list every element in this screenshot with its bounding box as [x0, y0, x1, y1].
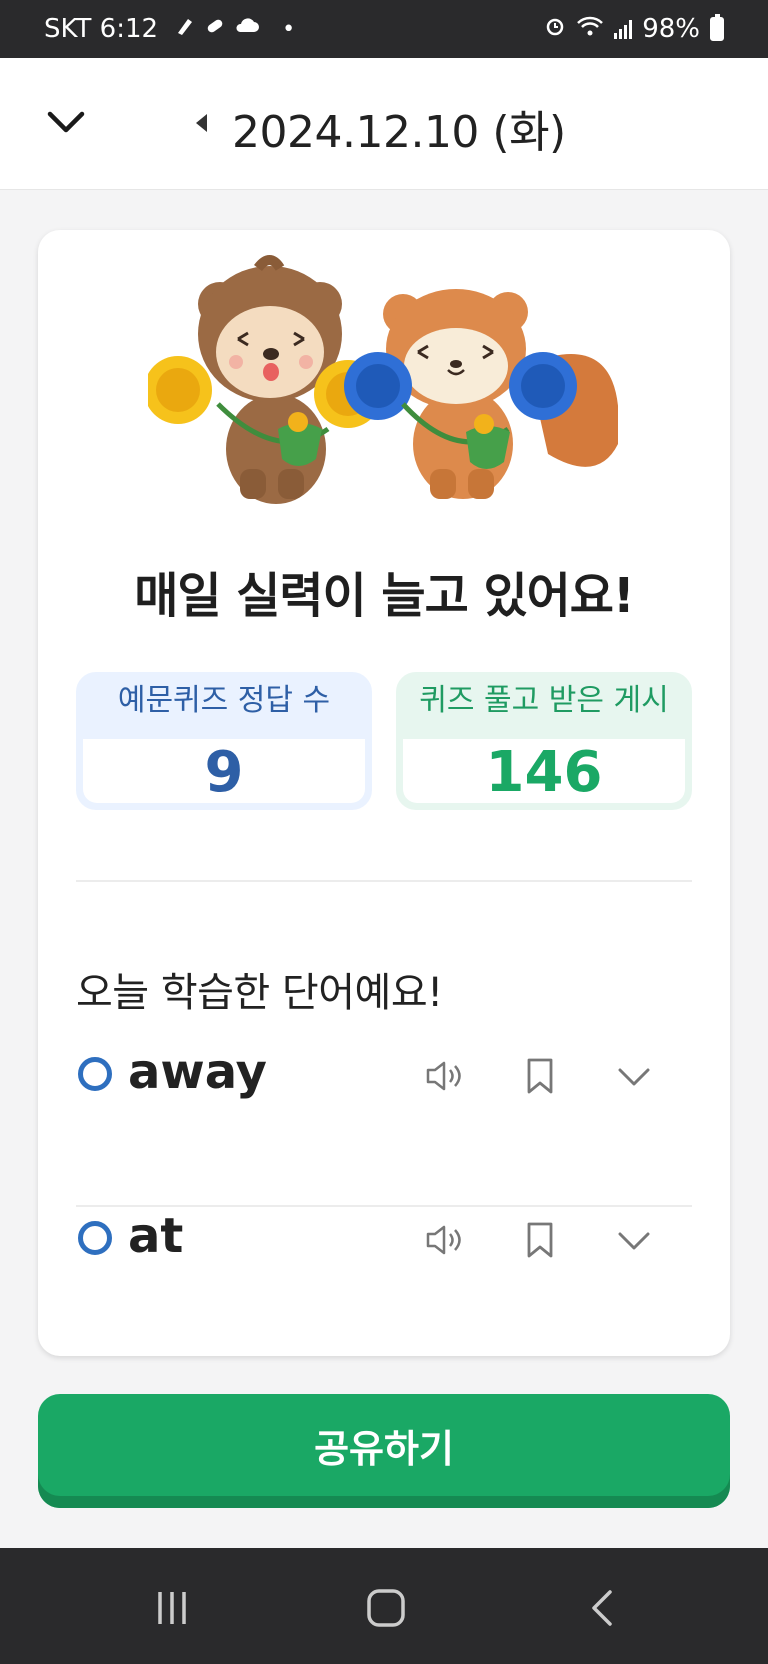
- status-bar: SKT 6:12 • 98%: [0, 0, 768, 58]
- divider: [76, 880, 692, 882]
- word-row: away: [38, 1024, 730, 1124]
- pill-icon: [204, 15, 226, 43]
- signal-icon: [614, 19, 633, 39]
- section-title: 오늘 학습한 단어예요!: [76, 970, 443, 1016]
- chevron-down-icon[interactable]: [46, 102, 86, 142]
- battery-icon: [710, 14, 724, 41]
- word-row: at: [38, 1188, 730, 1288]
- circle-icon: [78, 1221, 112, 1255]
- chevron-down-icon[interactable]: [612, 1054, 656, 1098]
- date-title: 2024.12.10 (화): [232, 107, 566, 158]
- status-dot: •: [282, 16, 296, 42]
- speaker-icon[interactable]: [422, 1054, 466, 1098]
- word-text: away: [128, 1044, 267, 1100]
- battery-percent: 98%: [642, 14, 700, 44]
- home-icon[interactable]: [362, 1584, 410, 1632]
- word-text: at: [128, 1208, 184, 1264]
- pen-icon: [174, 15, 196, 43]
- chevron-down-icon[interactable]: [612, 1218, 656, 1262]
- share-button[interactable]: 공유하기: [38, 1394, 730, 1508]
- stat-label: 예문퀴즈 정답 수: [117, 683, 331, 718]
- result-card: 매일 실력이 늘고 있어요! 예문퀴즈 정답 수 9 퀴즈 풀고 받은 게시 1…: [38, 230, 730, 1356]
- wifi-icon: [576, 14, 604, 44]
- header: 2024.12.10 (화): [0, 58, 768, 190]
- headline: 매일 실력이 늘고 있어요!: [134, 568, 635, 624]
- back-icon[interactable]: [580, 1584, 628, 1632]
- navigation-bar: [0, 1548, 768, 1664]
- alarm-icon: [544, 14, 566, 44]
- speaker-icon[interactable]: [422, 1218, 466, 1262]
- carrier-time: SKT 6:12: [44, 14, 159, 44]
- bookmark-icon[interactable]: [518, 1218, 562, 1262]
- stat-value: 146: [485, 740, 603, 805]
- mascot-illustration: [144, 254, 619, 504]
- triangle-left-icon[interactable]: [196, 114, 207, 132]
- stat-quiz-reward: 퀴즈 풀고 받은 게시 146: [396, 672, 692, 810]
- bookmark-icon[interactable]: [518, 1054, 562, 1098]
- circle-icon: [78, 1057, 112, 1091]
- stat-value: 9: [204, 740, 244, 805]
- stat-label: 퀴즈 풀고 받은 게시: [419, 683, 669, 718]
- stat-quiz-correct: 예문퀴즈 정답 수 9: [76, 672, 372, 810]
- cloud-icon: [234, 16, 260, 42]
- recent-apps-icon[interactable]: [148, 1584, 196, 1632]
